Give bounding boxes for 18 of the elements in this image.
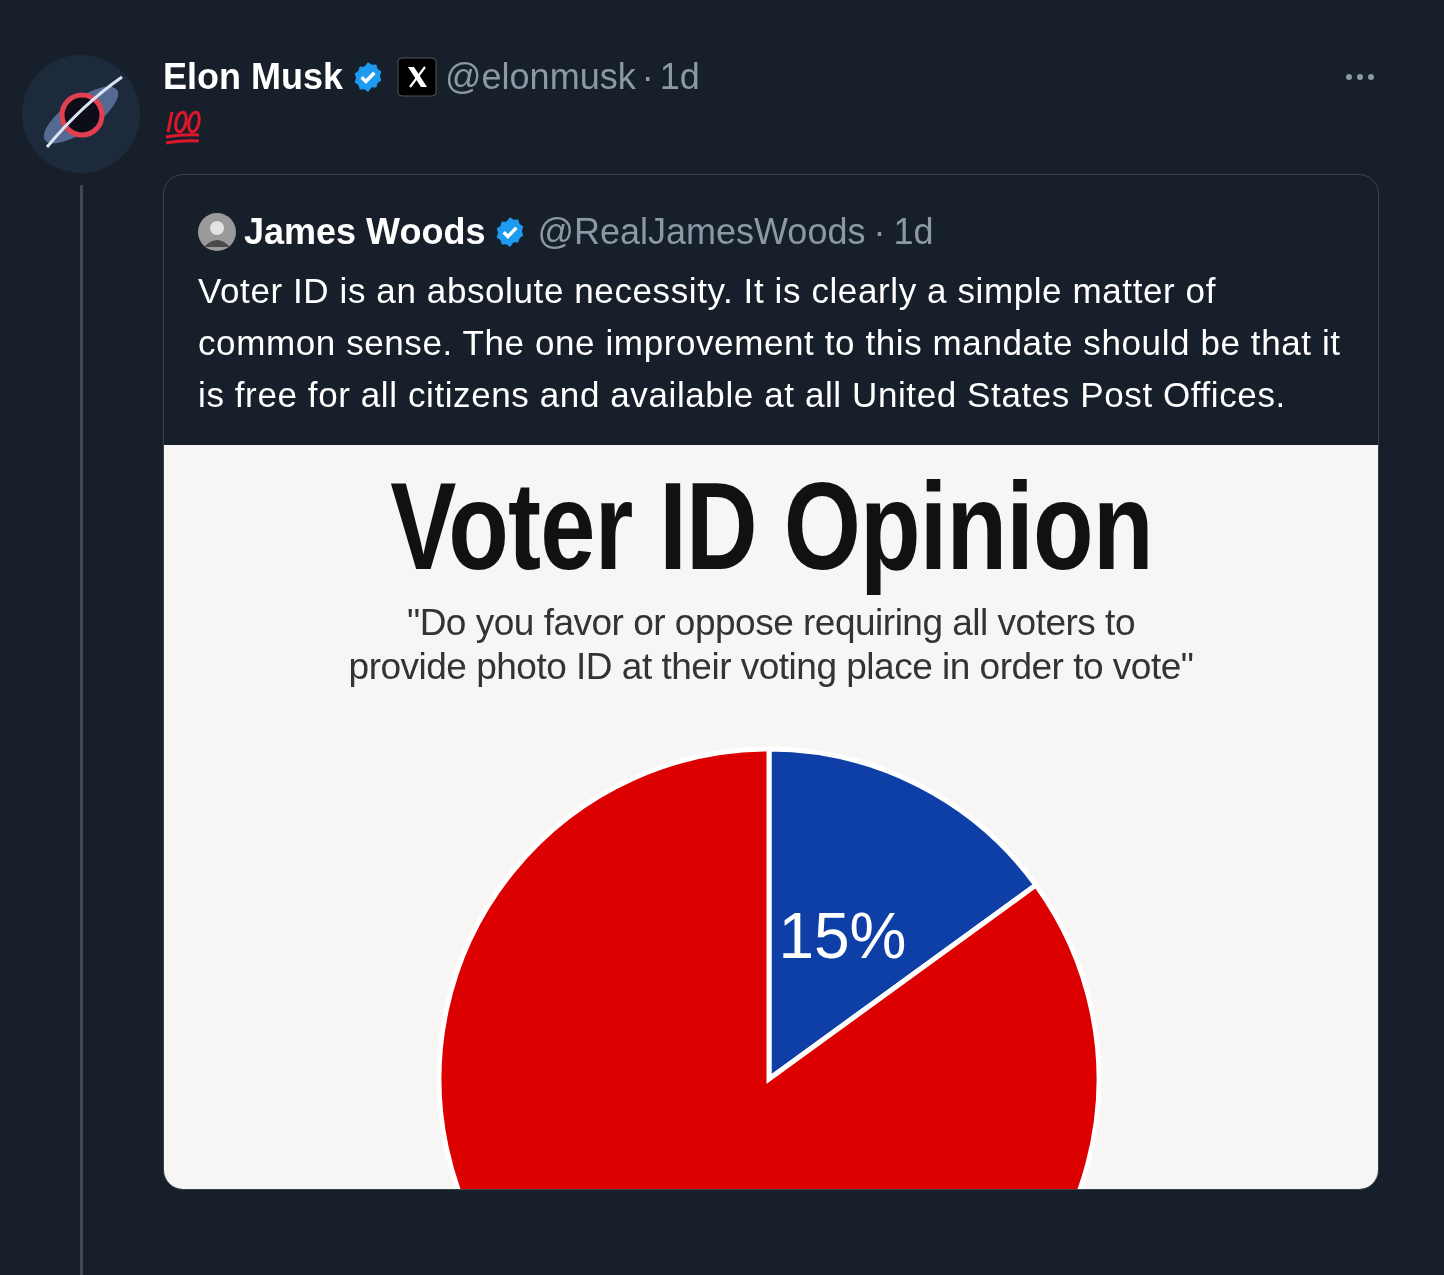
author-handle[interactable]: @elonmusk xyxy=(445,50,636,104)
data-label: 15% xyxy=(778,900,907,973)
x-logo-icon xyxy=(397,57,438,97)
chart-title: Voter ID Opinion xyxy=(389,456,1153,597)
quote-card[interactable] xyxy=(163,174,1379,1190)
post-time[interactable]: 1d xyxy=(659,50,700,104)
more-icon[interactable] xyxy=(1345,73,1375,81)
author-handle[interactable]: @RealJamesWoods xyxy=(537,205,866,259)
chart-subtitle: "Do you favor or oppose requiring all voters to xyxy=(407,601,1135,645)
separator: · xyxy=(873,210,886,254)
post-text: Voter ID is an absolute necessity. It is clearly a simple matter of common sense. The one improvement to this mandate should be that it is free for all citizens and available at all United States Post Offices. xyxy=(198,270,1342,416)
separator: · xyxy=(641,55,654,99)
avatar xyxy=(198,213,236,251)
author-name[interactable]: Elon Musk xyxy=(163,50,344,104)
post-time[interactable]: 1d xyxy=(893,205,934,259)
avatar[interactable] xyxy=(22,55,140,173)
author-name[interactable]: James Woods xyxy=(244,205,486,259)
chart-subtitle: provide photo ID at their voting place in order to vote" xyxy=(348,645,1194,689)
